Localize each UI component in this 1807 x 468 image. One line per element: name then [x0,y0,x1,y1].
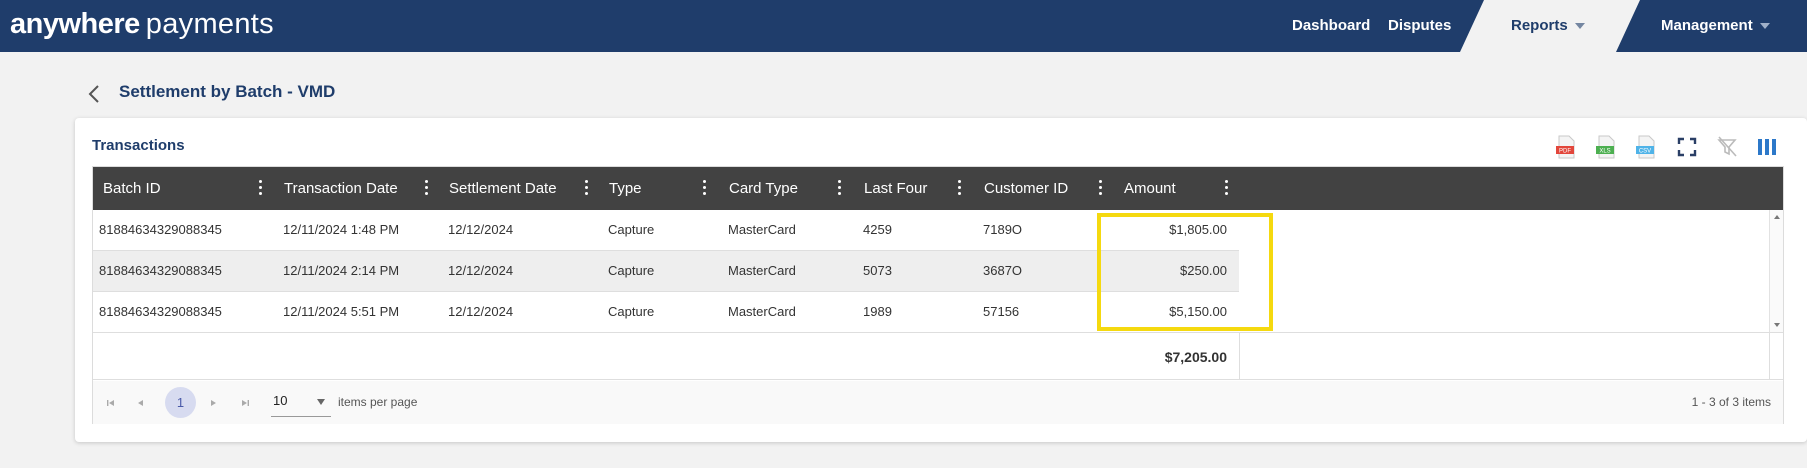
cell-batch-id: 81884634329088345 [99,263,222,278]
nav-disputes[interactable]: Disputes [1388,0,1451,52]
cell-card-type: MasterCard [728,304,796,319]
amount-highlight-box [1097,213,1273,331]
column-header-card-type[interactable]: Card Type [729,167,798,210]
vertical-scrollbar[interactable] [1769,210,1783,332]
grid-pager: 1 10 items per page 1 - 3 of 3 items [93,381,1783,424]
cell-customer-id: 57156 [983,304,1020,319]
nav-reports-label: Reports [1511,17,1568,34]
nav-dashboard[interactable]: Dashboard [1292,0,1370,52]
nav-management-label: Management [1661,17,1753,34]
card-title: Transactions [92,137,185,154]
column-menu-icon[interactable] [701,180,707,198]
page-title: Settlement by Batch - VMD [119,82,336,101]
cell-batch-id: 81884634329088345 [99,304,222,319]
cell-last-four: 1989 [863,304,892,319]
top-navigation-bar: anywhere payments Dashboard Disputes Repo… [0,0,1807,52]
cell-type: Capture [608,304,655,319]
cell-settlement-date: 12/12/2024 [448,304,514,319]
chevron-down-icon [1759,23,1770,30]
cell-settlement-date: 12/12/2024 [448,222,514,237]
cell-batch-id: 81884634329088345 [99,222,222,237]
dropdown-arrow-icon [317,399,325,405]
back-arrow-icon[interactable] [84,83,106,105]
export-pdf-icon[interactable]: PDF [1554,134,1578,160]
column-header-type[interactable]: Type [609,167,642,210]
cell-settlement-date: 12/12/2024 [448,263,514,278]
grid-footer-row: $7,205.00 [93,332,1783,380]
export-xls-icon[interactable]: XLS [1594,134,1618,160]
cell-transaction-date: 12/11/2024 5:51 PM [283,304,400,319]
cell-card-type: MasterCard [728,263,796,278]
nav-management[interactable]: Management [1661,0,1770,52]
cell-customer-id: 3687O [983,263,1023,278]
items-per-page-label: items per page [338,395,418,409]
column-menu-icon[interactable] [423,180,429,198]
chevron-down-icon [1574,23,1585,30]
cell-card-type: MasterCard [728,222,796,237]
total-amount: $7,205.00 [1164,349,1227,365]
page-size-select[interactable]: 10 [271,389,331,417]
page-number-button[interactable]: 1 [165,387,196,418]
column-header-settlement-date[interactable]: Settlement Date [449,167,557,210]
scroll-down-icon[interactable] [1774,323,1780,327]
column-menu-icon[interactable] [257,180,263,198]
last-page-icon[interactable] [239,397,251,409]
brand-logo[interactable]: anywhere payments [10,6,274,42]
grid-header: Batch ID Transaction Date Settlement Dat… [93,167,1783,210]
transactions-grid: Batch ID Transaction Date Settlement Dat… [92,166,1784,424]
cell-last-four: 5073 [863,263,892,278]
scroll-up-icon[interactable] [1774,215,1780,219]
column-header-customer-id[interactable]: Customer ID [984,167,1068,210]
next-page-icon[interactable] [207,397,219,409]
column-menu-icon[interactable] [956,180,962,198]
cell-customer-id: 7189O [983,222,1023,237]
brand-name-bold: anywhere [10,8,140,40]
previous-page-icon[interactable] [135,397,147,409]
table-row[interactable]: 81884634329088345 12/11/2024 5:51 PM 12/… [93,292,1239,333]
brand-name-light: payments [145,8,274,40]
cell-last-four: 4259 [863,222,892,237]
column-menu-icon[interactable] [1097,180,1103,198]
column-chooser-icon[interactable] [1755,134,1779,160]
column-header-last-four[interactable]: Last Four [864,167,927,210]
page-size-value: 10 [273,393,288,408]
xls-label: XLS [1599,149,1610,155]
csv-label: CSV [1639,149,1651,155]
table-row[interactable]: 81884634329088345 12/11/2024 1:48 PM 12/… [93,210,1239,251]
column-header-transaction-date[interactable]: Transaction Date [284,167,398,210]
cell-type: Capture [608,222,655,237]
first-page-icon[interactable] [105,397,117,409]
table-row[interactable]: 81884634329088345 12/11/2024 2:14 PM 12/… [93,251,1239,292]
column-menu-icon[interactable] [583,180,589,198]
cell-type: Capture [608,263,655,278]
cell-transaction-date: 12/11/2024 1:48 PM [283,222,400,237]
fullscreen-icon[interactable] [1675,134,1699,160]
pdf-label: PDF [1559,149,1571,155]
column-header-amount[interactable]: Amount [1124,167,1176,210]
column-menu-icon[interactable] [836,180,842,198]
clear-filter-icon[interactable] [1715,134,1739,160]
column-menu-icon[interactable] [1223,180,1229,198]
pager-info: 1 - 3 of 3 items [1691,395,1771,409]
column-header-batch-id[interactable]: Batch ID [103,167,161,210]
export-csv-icon[interactable]: CSV [1634,134,1658,160]
footer-divider [1769,333,1770,380]
nav-reports[interactable]: Reports [1511,0,1585,52]
cell-transaction-date: 12/11/2024 2:14 PM [283,263,400,278]
footer-divider [1239,333,1240,380]
